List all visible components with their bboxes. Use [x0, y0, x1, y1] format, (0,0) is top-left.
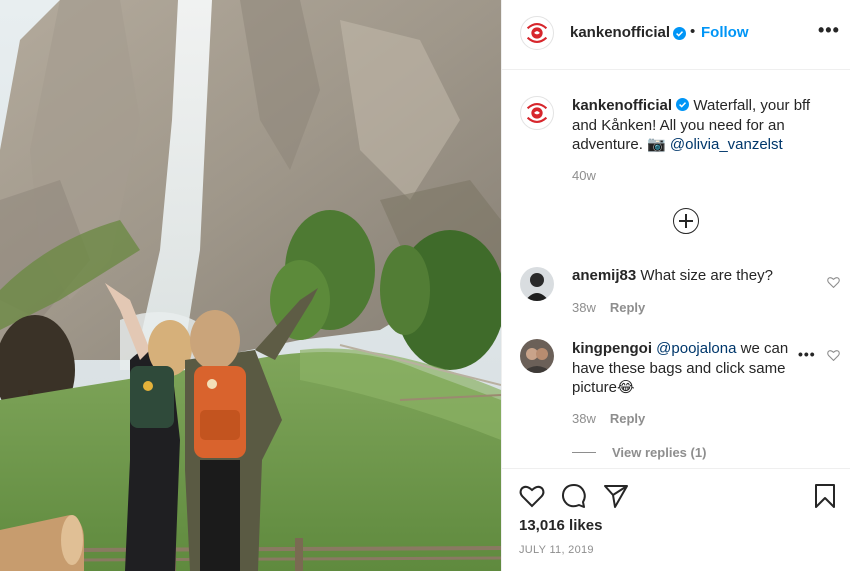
post-photo — [0, 0, 501, 571]
post-image[interactable] — [0, 0, 501, 571]
comment-meta: 38w Reply — [572, 300, 645, 315]
likes-count[interactable]: 13,016 likes — [519, 517, 602, 534]
comment-options-icon[interactable]: ••• — [798, 346, 816, 362]
user-avatar-icon — [520, 267, 554, 301]
load-more-comments-icon[interactable] — [673, 208, 699, 234]
verified-badge-icon — [673, 27, 686, 40]
comment-timestamp[interactable]: 38w — [572, 300, 596, 315]
header-username[interactable]: kankenofficial — [570, 24, 670, 41]
reply-button[interactable]: Reply — [610, 300, 645, 315]
comment-timestamp[interactable]: 38w — [572, 411, 596, 426]
paper-plane-icon — [604, 485, 628, 508]
post-caption: kankenofficial Waterfall, your bff and K… — [572, 96, 834, 155]
verified-badge-icon — [676, 98, 690, 111]
like-comment-heart-icon[interactable] — [827, 349, 840, 361]
comment-username[interactable]: kingpengoi — [572, 340, 652, 357]
caption-timestamp[interactable]: 40w — [572, 168, 596, 183]
comment-meta: 38w Reply — [572, 411, 645, 426]
comment-anemij83: anemij83 What size are they? — [572, 266, 800, 286]
share-paper-plane-icon[interactable] — [603, 483, 629, 509]
comment-mention[interactable]: @poojalona — [656, 340, 736, 357]
avatar-kingpengoi[interactable] — [520, 339, 554, 373]
avatar-anemij83[interactable] — [520, 267, 554, 301]
follow-button[interactable]: Follow — [701, 24, 749, 41]
post-date[interactable]: JULY 11, 2019 — [519, 544, 594, 556]
like-comment-heart-icon[interactable] — [827, 276, 840, 288]
comment-body: What size are they? — [640, 267, 773, 284]
post-sidebar: kankenofficial • Follow ••• kankenoffici… — [501, 0, 850, 571]
separator-dot: • — [690, 23, 696, 40]
post-header: kankenofficial • Follow ••• — [502, 0, 850, 70]
reply-button[interactable]: Reply — [610, 411, 645, 426]
fjallraven-logo-icon — [521, 97, 553, 129]
fjallraven-logo-icon — [521, 17, 553, 49]
comment-username[interactable]: anemij83 — [572, 267, 636, 284]
comment-kingpengoi: kingpengoi @poojalona we can have these … — [572, 339, 800, 398]
view-replies-button[interactable]: View replies (1) — [572, 445, 706, 460]
replies-divider-line — [572, 452, 596, 453]
view-replies-label: View replies (1) — [612, 445, 707, 460]
caption-mention[interactable]: @olivia_vanzelst — [670, 136, 783, 153]
heart-outline-icon — [519, 485, 545, 508]
bookmark-outline-icon — [815, 484, 835, 508]
user-avatar-icon — [520, 339, 554, 373]
speech-bubble-icon — [561, 484, 586, 508]
more-options-icon[interactable]: ••• — [818, 20, 840, 41]
comment-bubble-icon[interactable] — [561, 483, 587, 509]
caption-avatar[interactable] — [520, 96, 554, 130]
save-bookmark-icon[interactable] — [812, 483, 838, 509]
post-actions: 13,016 likes JULY 11, 2019 — [502, 468, 850, 571]
caption-username[interactable]: kankenofficial — [572, 97, 672, 114]
like-heart-icon[interactable] — [519, 483, 545, 509]
brand-avatar[interactable] — [520, 16, 554, 50]
